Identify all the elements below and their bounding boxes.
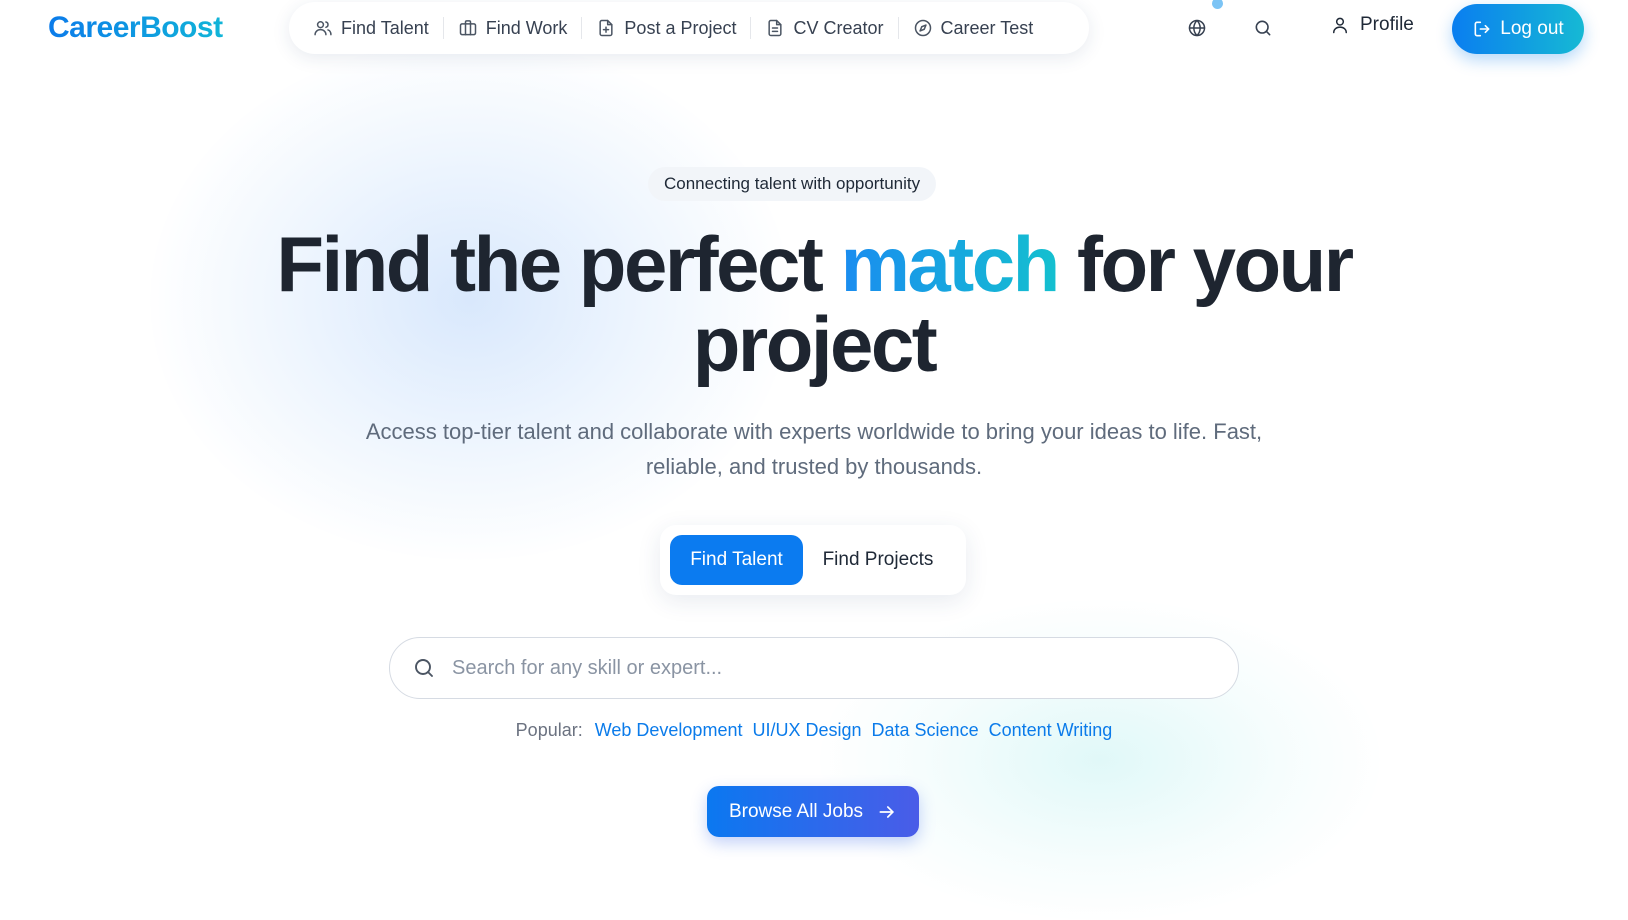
users-icon [313,18,333,38]
search-input[interactable] [450,655,1194,681]
nav-item-post-project[interactable]: Post a Project [596,18,736,39]
popular-tag-content-writing[interactable]: Content Writing [989,720,1113,741]
toggle-find-talent[interactable]: Find Talent [670,535,803,585]
hero-tagline: Connecting talent with opportunity [648,167,937,201]
toggle-find-projects[interactable]: Find Projects [803,535,953,585]
arrow-right-icon [877,802,897,822]
nav-item-find-work[interactable]: Find Work [458,17,568,39]
hero-subtext: Access top-tier talent and collaborate w… [365,419,1263,479]
header-search-button[interactable] [1252,17,1274,39]
popular-tag-web-development[interactable]: Web Development [595,720,743,741]
headline-text: Find the perfect [276,220,841,308]
popular-tag-ui-ux-design[interactable]: UI/UX Design [752,720,861,741]
nav-item-label: Career Test [940,17,1034,38]
logout-button[interactable]: Log out [1452,4,1584,54]
profile-link[interactable]: Profile [1330,14,1414,36]
nav-divider [442,17,444,39]
nav-item-label: Find Talent [341,17,429,38]
nav-item-career-test[interactable]: Career Test [913,17,1034,39]
headline-accent: match [840,220,1061,308]
user-icon [1330,15,1350,35]
document-icon [765,18,785,38]
search-bar [389,637,1239,699]
nav-divider [750,17,752,39]
nav-item-find-talent[interactable]: Find Talent [313,18,429,39]
nav-divider [897,17,899,39]
popular-tag-data-science[interactable]: Data Science [872,720,979,741]
file-plus-icon [596,18,616,38]
globe-icon [1187,18,1207,38]
nav-item-label: Find Work [485,17,568,38]
nav-item-label: CV Creator [793,17,884,38]
briefcase-icon [458,18,478,38]
brand-logo[interactable]: CareerBoost [48,8,223,48]
logout-label: Log out [1500,18,1564,39]
logout-icon [1472,19,1492,39]
browse-label: Browse All Jobs [728,800,864,822]
profile-label: Profile [1360,14,1414,35]
nav-divider [581,17,583,39]
popular-searches: Popular: Web Development UI/UX Design Da… [389,720,1239,741]
browse-all-jobs-button[interactable]: Browse All Jobs [707,786,919,837]
nav-item-cv-creator[interactable]: CV Creator [765,17,884,39]
search-icon [1253,18,1273,38]
main-nav: Find Talent Find Work Post a Project CV … [289,2,1089,54]
hero-headline: Find the perfect match for your project [200,224,1428,384]
search-mode-toggle: Find Talent Find Projects [660,525,966,595]
search-icon [412,656,436,680]
nav-item-label: Post a Project [624,17,737,38]
compass-icon [913,18,933,38]
language-button[interactable] [1186,17,1208,39]
notification-dot [1212,0,1223,9]
popular-label: Popular: [515,720,583,740]
